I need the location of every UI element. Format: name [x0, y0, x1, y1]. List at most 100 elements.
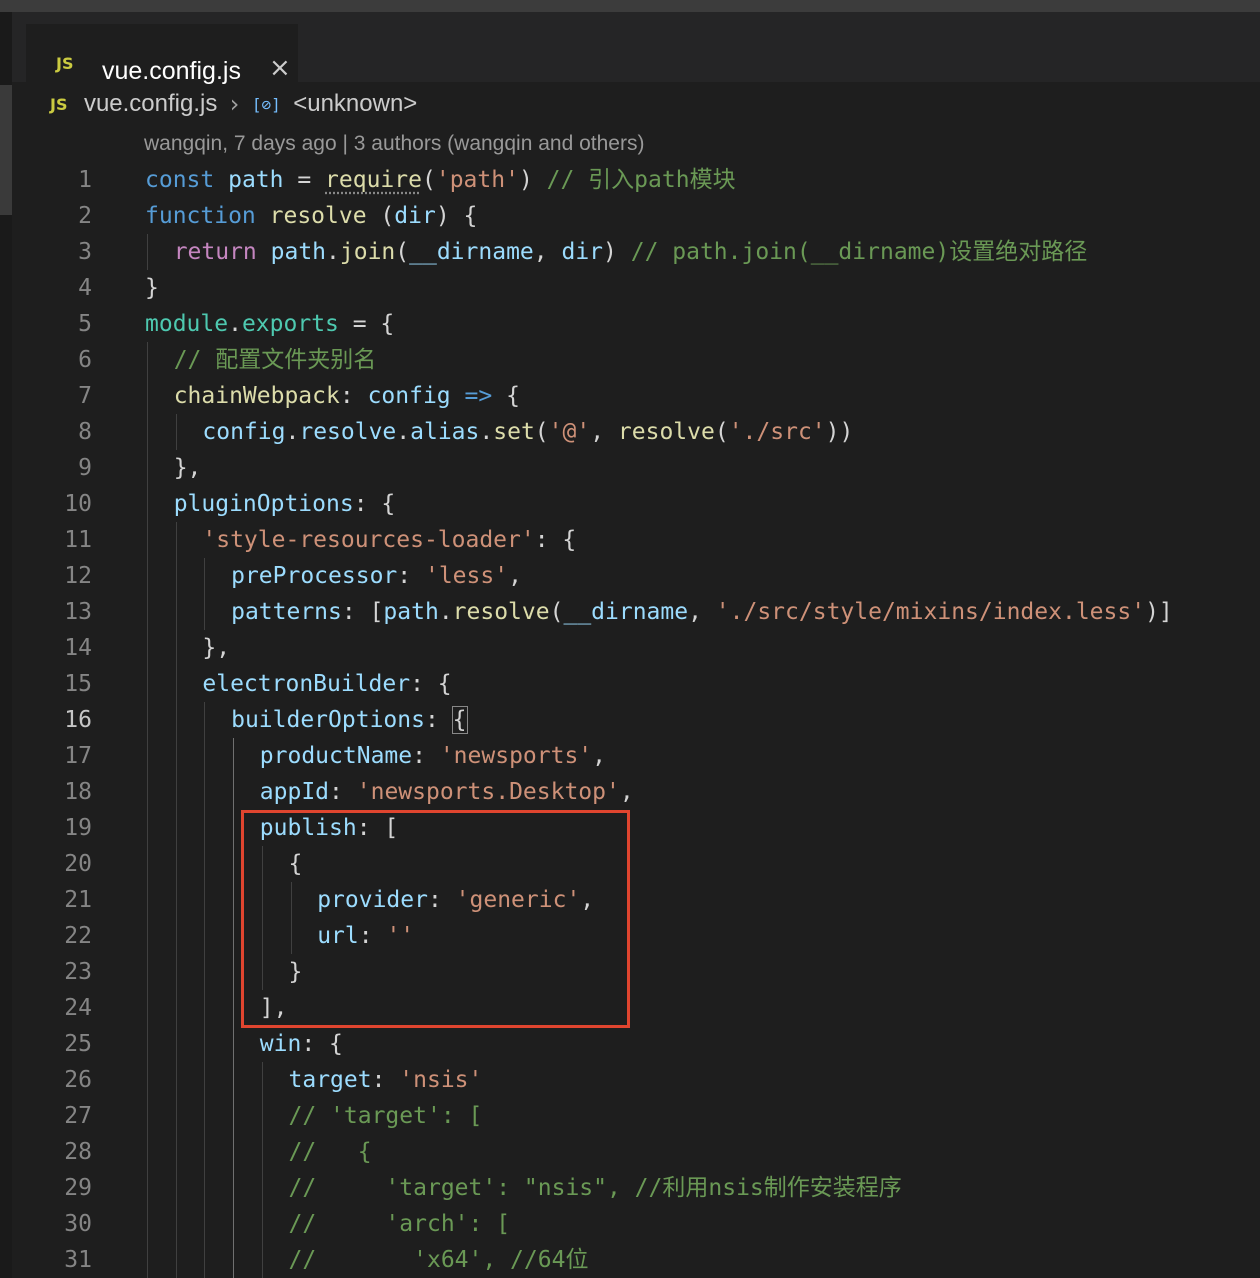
code-line[interactable]: 20 {	[0, 846, 1260, 882]
token-punc: :	[339, 383, 368, 409]
code-line[interactable]: 6 // 配置文件夹别名	[0, 342, 1260, 378]
tab-vue-config[interactable]: JS vue.config.js ×	[26, 24, 298, 94]
code-line[interactable]: 11 'style-resources-loader': {	[0, 522, 1260, 558]
code-line[interactable]: 24],	[0, 990, 1260, 1026]
line-content: pluginOptions: {	[174, 486, 396, 522]
line-number: 26	[64, 1067, 92, 1093]
line-content: ],	[260, 990, 288, 1026]
indent-guide	[261, 846, 263, 882]
token-punc: .	[285, 419, 300, 445]
line-number: 12	[64, 563, 92, 589]
code-line[interactable]: 15 electronBuilder: {	[0, 666, 1260, 702]
line-content: // 'arch': [	[289, 1206, 511, 1242]
indent-guide	[233, 1134, 235, 1170]
matching-bracket: {	[451, 706, 468, 734]
code-line[interactable]: 1 const path = require('path') // 引入path模…	[0, 162, 1260, 198]
indent-guide	[204, 1026, 206, 1062]
line-content: url: ''	[317, 918, 414, 954]
code-line[interactable]: 17 productName: 'newsports',	[0, 738, 1260, 774]
close-icon[interactable]: ×	[269, 55, 291, 81]
window-title-bar	[0, 0, 1260, 12]
token-punc: :	[412, 743, 440, 769]
indent-guide	[204, 1242, 206, 1278]
code-line[interactable]: 13 patterns: [path.resolve(__dirname, './…	[0, 594, 1260, 630]
token-var: alias	[410, 419, 480, 445]
indent-guide	[147, 738, 148, 774]
code-line[interactable]: 10 pluginOptions: {	[0, 486, 1260, 522]
indent-guide	[204, 594, 206, 630]
token-punc: : {	[353, 491, 396, 517]
code-line[interactable]: 14},	[0, 630, 1260, 666]
line-content: chainWebpack: config => {	[174, 378, 520, 414]
code-line[interactable]: 26 target: 'nsis'	[0, 1062, 1260, 1098]
token-prop: pluginOptions	[173, 491, 354, 517]
line-content: productName: 'newsports',	[260, 738, 606, 774]
indent-guide	[204, 846, 206, 882]
code-line[interactable]: 16 builderOptions: {	[0, 702, 1260, 738]
breadcrumb-symbol[interactable]: <unknown>	[293, 90, 417, 118]
code-editor[interactable]: 1 const path = require('path') // 引入path模…	[0, 162, 1260, 1278]
indent-guide	[175, 1026, 177, 1062]
line-number: 1	[78, 167, 92, 193]
line-content: publish: [	[260, 810, 398, 846]
token-var: resolve	[299, 419, 397, 445]
line-content: config.resolve.alias.set('@', resolve('.…	[202, 414, 853, 450]
indent-guide	[204, 954, 206, 990]
token-punc: ],	[259, 995, 288, 1021]
code-line[interactable]: 22 url: ''	[0, 918, 1260, 954]
line-number: 9	[78, 455, 92, 481]
token-punc: (	[534, 419, 549, 445]
code-line[interactable]: 2 function resolve (dir) {	[0, 198, 1260, 234]
code-line[interactable]: 18 appId: 'newsports.Desktop',	[0, 774, 1260, 810]
token-punc: (	[714, 419, 729, 445]
line-number: 20	[64, 851, 92, 877]
token-var: __dirname	[563, 599, 689, 625]
code-line[interactable]: 3 return path.join(__dirname, dir) // pat…	[0, 234, 1260, 270]
code-line[interactable]: 9},	[0, 450, 1260, 486]
code-line[interactable]: 8 config.resolve.alias.set('@', resolve('…	[0, 414, 1260, 450]
token-str: 'generic'	[455, 887, 581, 913]
indent-guide	[147, 882, 148, 918]
code-line[interactable]: 23}	[0, 954, 1260, 990]
code-line[interactable]: 29 // 'target': "nsis", //利用nsis制作安装程序	[0, 1170, 1260, 1206]
symbol-icon: [⊘]	[251, 94, 281, 114]
token-var: path	[228, 167, 284, 193]
code-line[interactable]: 28 // {	[0, 1134, 1260, 1170]
line-number: 17	[64, 743, 92, 769]
tab-title[interactable]: vue.config.js	[102, 57, 241, 86]
token-punc: =	[283, 167, 326, 193]
token-prop: appId	[259, 779, 330, 805]
indent-guide	[261, 1206, 263, 1242]
token-punc: }	[288, 959, 303, 985]
code-line[interactable]: 31 // 'x64', //64位	[0, 1242, 1260, 1278]
token-punc: )	[518, 167, 547, 193]
indent-guide	[204, 738, 206, 774]
git-blame-codelens[interactable]: wangqin, 7 days ago | 3 authors (wangqin…	[144, 132, 644, 156]
code-line[interactable]: 12 preProcessor: 'less',	[0, 558, 1260, 594]
token-str: 'path'	[435, 167, 519, 193]
token-punc: ,	[508, 563, 522, 589]
code-line[interactable]: 30 // 'arch': [	[0, 1206, 1260, 1242]
indent-guide	[233, 918, 235, 954]
code-line[interactable]: 7 chainWebpack: config => {	[0, 378, 1260, 414]
token-punc: = {	[338, 311, 395, 337]
breadcrumb-file[interactable]: vue.config.js	[84, 90, 217, 118]
token-str: 'style-resources-loader'	[202, 527, 535, 553]
indent-guide	[261, 1134, 263, 1170]
code-line[interactable]: 4}	[0, 270, 1260, 306]
token-com: // 'x64', //64位	[288, 1247, 589, 1273]
line-content: // {	[289, 1134, 372, 1170]
code-line[interactable]: 21 provider: 'generic',	[0, 882, 1260, 918]
code-line[interactable]: 19 publish: [	[0, 810, 1260, 846]
code-line[interactable]: 5 module.exports = {	[0, 306, 1260, 342]
token-punc: ,	[533, 239, 562, 265]
indent-guide	[204, 882, 206, 918]
line-number: 2	[78, 203, 92, 229]
code-line[interactable]: 27 // 'target': [	[0, 1098, 1260, 1134]
indent-guide	[175, 594, 177, 630]
token-kw: const	[145, 167, 215, 193]
indent-guide	[204, 918, 206, 954]
line-content: },	[174, 450, 202, 486]
line-content: win: {	[260, 1026, 343, 1062]
code-line[interactable]: 25 win: {	[0, 1026, 1260, 1062]
